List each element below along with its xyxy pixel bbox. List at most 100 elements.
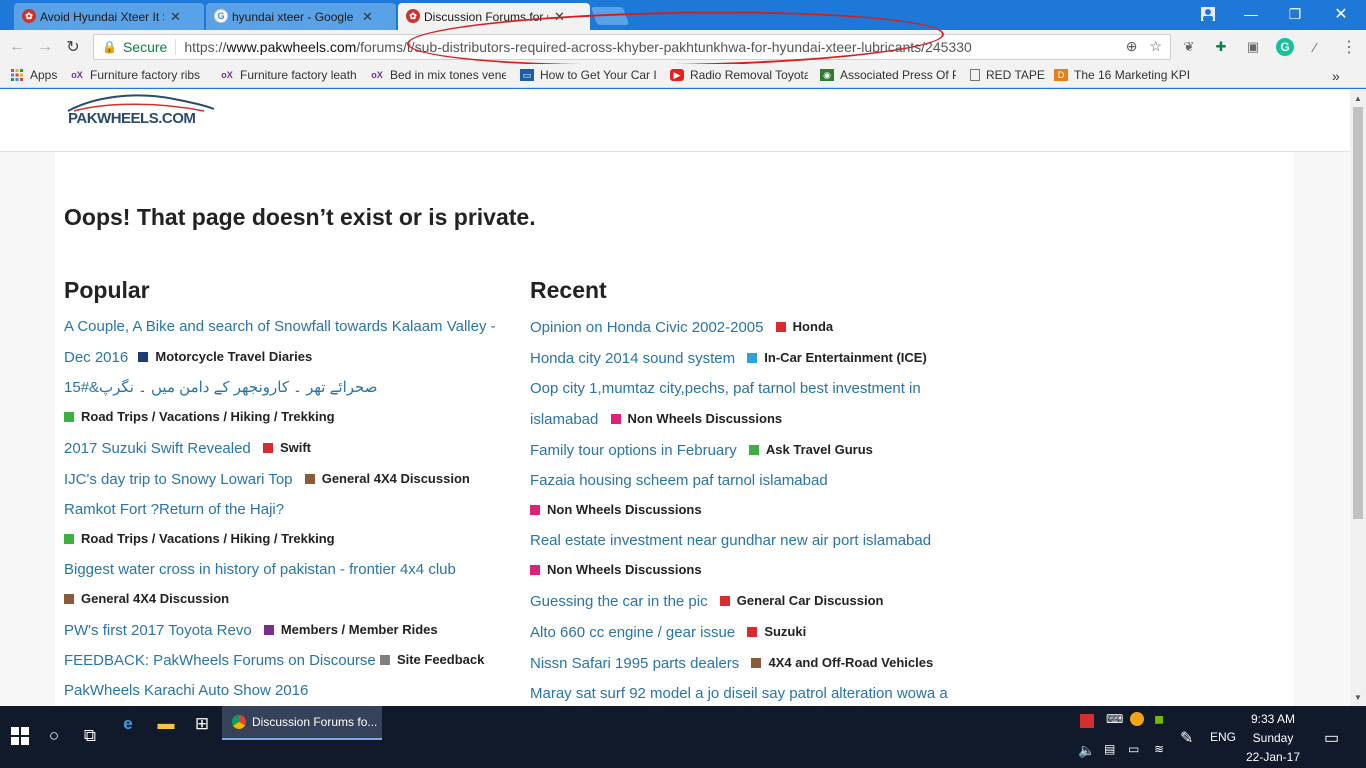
category-tag[interactable]: Ask Travel Gurus [748,435,873,465]
language-indicator[interactable]: ENG [1210,730,1236,744]
scroll-up-arrow-icon[interactable]: ▲ [1350,91,1366,105]
extension-puzzle-icon[interactable]: ✚ [1212,38,1230,56]
close-window-icon[interactable]: ✕ [1318,0,1364,28]
category-tag[interactable]: Road Trips / Vacations / Hiking / Trekki… [64,403,335,431]
cortana-search-icon[interactable]: ○ [42,724,66,748]
list-item: PW's first 2017 Toyota Revo Members / Me… [64,615,510,646]
reload-icon[interactable]: ↻ [62,36,84,58]
topic-link[interactable]: Maray sat surf 92 model a jo diseil say … [530,685,948,702]
youtube-icon: ▶ [670,69,684,81]
recent-list: Opinion on Honda Civic 2002-2005 Honda H… [530,312,976,706]
display-icon[interactable]: ▤ [1104,742,1115,756]
category-tag[interactable]: General 4X4 Discussion [64,585,229,613]
bookmark-item[interactable]: oX Bed in mix tones vene [370,68,506,82]
bookmark-label: RED TAPE [986,68,1045,82]
scroll-down-arrow-icon[interactable]: ▼ [1350,690,1366,704]
topic-link[interactable]: PW's first 2017 Toyota Revo [64,622,252,639]
scroll-thumb[interactable] [1353,107,1363,519]
bookmarks-overflow-icon[interactable]: » [1332,68,1340,84]
page-scrollbar[interactable]: ▲ ▼ [1350,89,1366,706]
acrobat-tray-icon[interactable] [1080,714,1094,728]
bookmark-item[interactable]: D The 16 Marketing KPI [1054,68,1190,82]
extension-icon[interactable]: ❦ [1180,38,1198,56]
category-tag[interactable]: Suzuki [747,617,806,647]
bookmark-item[interactable]: ▭ How to Get Your Car I [520,68,656,82]
list-item: Real estate investment near gundhar new … [530,526,976,586]
volume-icon[interactable]: 🔈 [1078,742,1095,759]
bookmark-apps[interactable]: Apps [10,68,57,82]
bookmark-star-icon[interactable]: ☆ [1149,38,1162,55]
topic-link[interactable]: Opinion on Honda Civic 2002-2005 [530,319,764,336]
topic-link[interactable]: Ramkot Fort ?Return of the Haji? [64,501,284,518]
minimize-icon[interactable]: — [1228,0,1274,28]
notifications-icon[interactable]: ▭ [1324,728,1339,748]
tab-google-search[interactable]: G hyundai xteer - Google S ✕ [206,3,396,30]
close-tab-icon[interactable]: ✕ [170,9,181,25]
pakwheels-logo[interactable]: PAKWHEELS.COM [64,93,224,133]
topic-link[interactable]: FEEDBACK: PakWheels Forums on Discourse [64,652,376,669]
category-tag[interactable]: General 4X4 Discussion [304,464,470,494]
topic-link[interactable]: Alto 660 cc engine / gear issue [530,624,735,641]
topic-link[interactable]: Honda city 2014 sound system [530,350,735,367]
topic-link[interactable]: Nissn Safari 1995 parts dealers [530,655,739,672]
bookmark-label: Furniture factory ribs [90,68,201,82]
nvidia-tray-icon[interactable]: ◼ [1154,712,1164,726]
topic-link[interactable]: Biggest water cross in history of pakist… [64,561,456,578]
topic-link[interactable]: صحرائے تھر ۔ کارونجھر کے دامن میں ۔ نگرپ… [64,379,377,396]
topic-link[interactable]: Fazaia housing scheem paf tarnol islamab… [530,472,828,489]
taskbar-chrome-app[interactable]: Discussion Forums fo... [222,706,382,740]
bookmark-item[interactable]: oX Furniture factory ribs [70,68,206,82]
category-tag[interactable]: Members / Member Rides [263,615,438,645]
clock-day: Sunday [1252,731,1294,745]
task-view-icon[interactable]: ⧉ [78,724,102,748]
pen-icon[interactable]: ✎ [1180,728,1193,748]
extension-bag-icon[interactable]: ▣ [1244,38,1262,56]
tab-avoid-hyundai[interactable]: ✿ Avoid Hyundai Xteer It S ✕ [14,3,204,30]
network-adapter-tray-icon[interactable]: ⌨ [1106,712,1123,726]
forward-arrow-icon[interactable]: → [34,36,56,58]
menu-icon[interactable]: ⋮ [1340,38,1358,56]
list-item: Honda city 2014 sound system In-Car Ente… [530,343,976,374]
category-tag[interactable]: Non Wheels Discussions [530,556,702,584]
category-tag[interactable]: Non Wheels Discussions [530,496,702,524]
bookmark-item[interactable]: oX Furniture factory leath [220,68,356,82]
category-tag[interactable]: In-Car Entertainment (ICE) [747,343,927,373]
category-tag[interactable]: Site Feedback [379,646,484,674]
topic-link[interactable]: 2017 Suzuki Swift Revealed [64,440,251,457]
list-item: A Couple, A Bike and search of Snowfall … [64,312,510,373]
system-clock[interactable]: 9:33 AM Sunday 22-Jan-17 [1240,710,1306,767]
main-content: Oops! That page doesn’t exist or is priv… [55,152,1294,706]
bookmark-item[interactable]: ▶ Radio Removal Toyota [670,68,808,82]
topic-link[interactable]: Guessing the car in the pic [530,593,708,610]
category-tag[interactable]: Motorcycle Travel Diaries [138,342,312,372]
topic-link[interactable]: Real estate investment near gundhar new … [530,532,931,549]
category-tag[interactable]: Honda [775,312,833,342]
windows-start-icon[interactable] [8,724,32,748]
close-tab-icon[interactable]: ✕ [362,9,373,25]
topic-link[interactable]: IJC's day trip to Snowy Lowari Top [64,471,293,488]
pdf-extension-icon[interactable]: ⁄ [1306,38,1324,56]
category-label: Non Wheels Discussions [547,502,702,517]
profile-icon[interactable] [1188,0,1228,28]
wifi-icon[interactable]: ≋ [1154,742,1164,756]
category-tag[interactable]: Road Trips / Vacations / Hiking / Trekki… [64,525,335,553]
back-arrow-icon[interactable]: ← [6,36,28,58]
file-explorer-icon[interactable]: ▬ [154,712,178,736]
zoom-icon[interactable]: ⊕ [1126,38,1138,55]
bookmark-item[interactable]: RED TAPE [970,68,1045,82]
topic-link[interactable]: Family tour options in February [530,442,737,459]
category-tag[interactable]: General Car Discussion [719,586,883,616]
store-icon[interactable]: ⊞ [190,712,214,736]
restore-icon[interactable]: ❐ [1272,0,1318,28]
bookmark-item[interactable]: ◉ Associated Press Of P [820,68,956,82]
topic-link[interactable]: PakWheels Karachi Auto Show 2016 [64,682,308,699]
grammarly-icon[interactable]: G [1276,38,1294,56]
category-label: Ask Travel Gurus [765,442,873,457]
category-tag[interactable]: 4X4 and Off-Road Vehicles [751,648,933,678]
category-tag[interactable]: Swift [262,433,311,463]
url-host: www.pakwheels.com [226,39,357,55]
app-tray-icon[interactable] [1130,712,1144,726]
battery-icon[interactable]: ▭ [1128,742,1139,756]
edge-browser-icon[interactable]: e [116,712,140,736]
category-tag[interactable]: Non Wheels Discussions [610,404,782,434]
